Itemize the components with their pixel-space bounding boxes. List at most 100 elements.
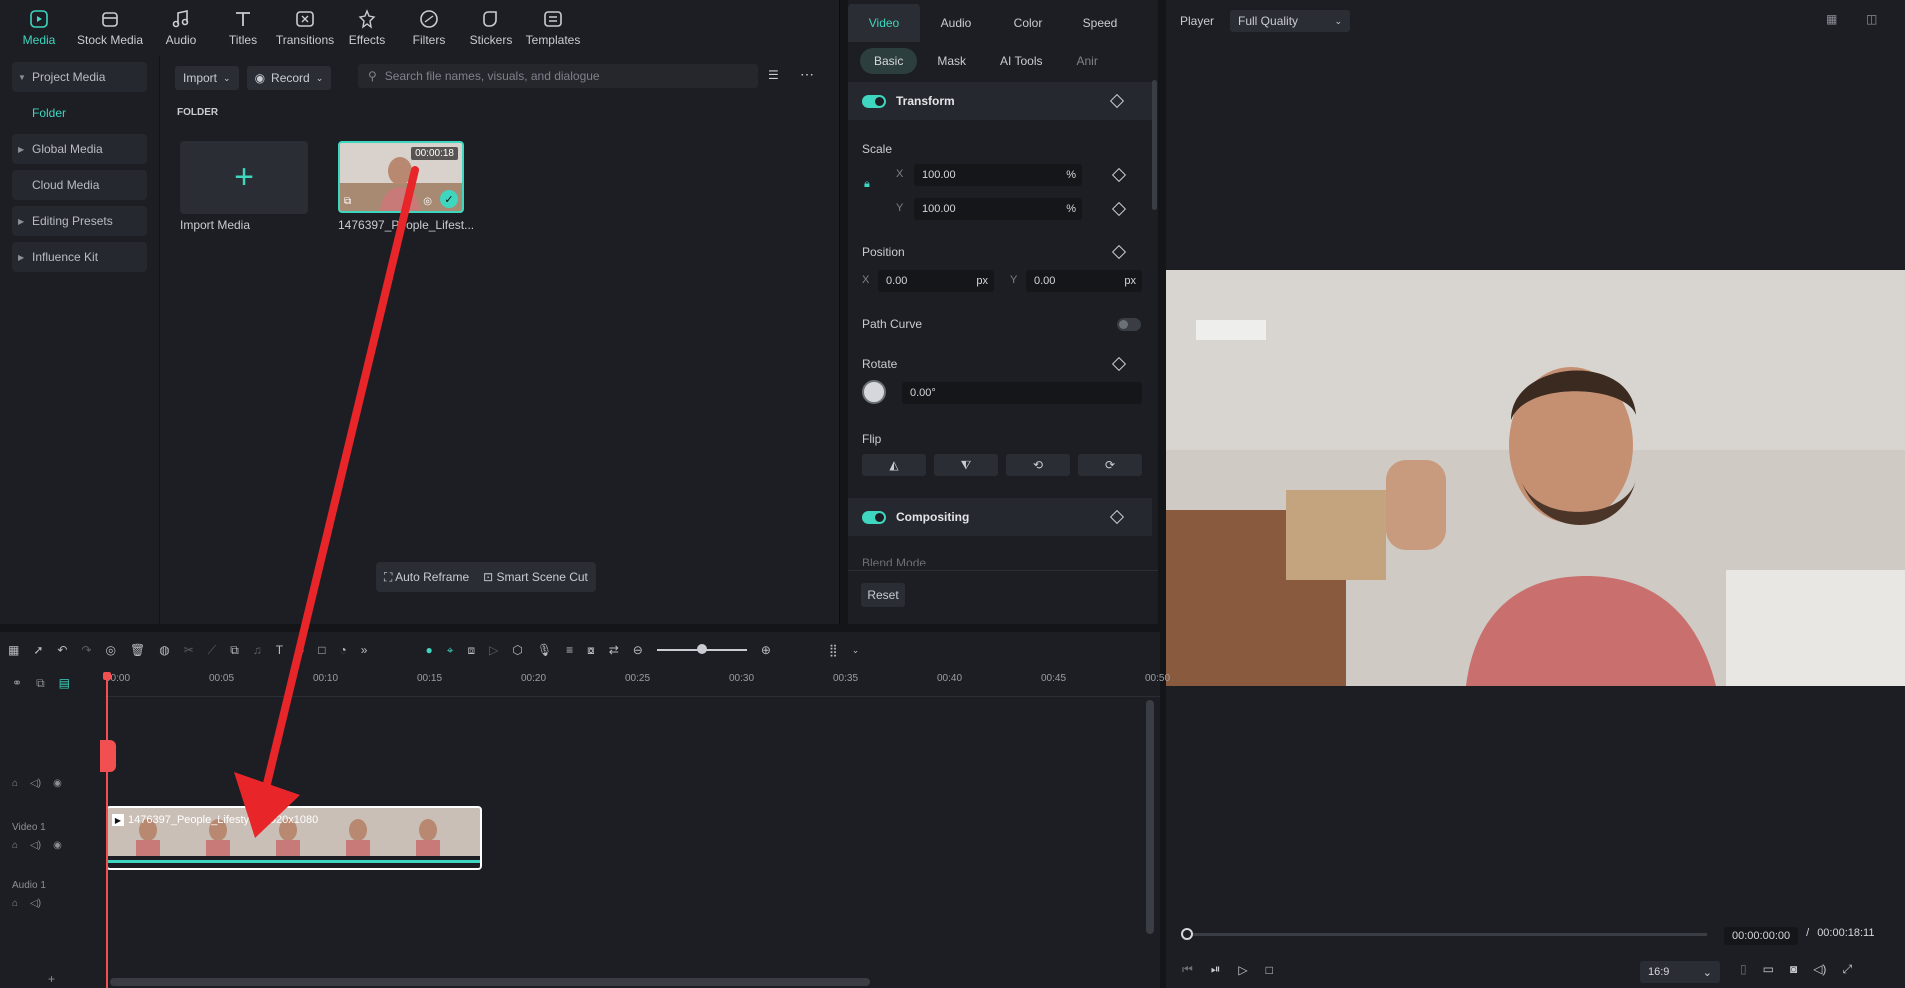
folder-lock-icon[interactable]: ⌂ [12,898,18,909]
scope-icon[interactable]: ◫ [1866,12,1877,26]
rotate-dial[interactable] [862,380,886,404]
flip-vertical-button[interactable]: ⧨ [934,454,998,476]
compositing-toggle[interactable] [862,510,886,524]
detach-icon[interactable]: ◍ [159,643,169,657]
search-input[interactable]: ⚲ Search file names, visuals, and dialog… [358,64,758,88]
flip-horizontal-button[interactable]: ◭ [862,454,926,476]
crop-icon[interactable]: ⧉ [230,643,239,658]
mic-icon[interactable]: 🎙︎ [537,643,552,657]
zoom-slider[interactable] [656,644,747,654]
tab-templates[interactable]: Templates [522,0,584,56]
subtab-basic[interactable]: Basic [860,48,918,74]
scrubber-handle[interactable] [1181,928,1193,940]
tab-stock-media[interactable]: Stock Media [70,0,150,56]
redo-icon[interactable]: ↷ [81,643,91,657]
tab-media[interactable]: Media [8,0,70,56]
marker-icon[interactable]: ⬡ [512,643,522,657]
chevron-down-icon[interactable]: ⌄ [852,645,860,656]
tab-audio[interactable]: Audio [150,0,212,56]
props-scrollbar[interactable] [1152,80,1157,210]
split-icon[interactable]: ⟋ [208,643,216,658]
playback-scrubber[interactable] [1181,928,1707,940]
more-tools-icon[interactable]: » [361,643,368,657]
ai-cutout-icon[interactable]: ◎ [106,643,116,657]
pip-icon[interactable]: ⧇ [587,643,595,658]
sidebar-item-project-media[interactable]: ▼ Project Media [12,62,147,92]
select-icon[interactable]: ➚ [33,643,43,657]
scale-x-field[interactable]: 100.00% [914,164,1082,186]
timeline-vertical-scrollbar[interactable] [1146,700,1154,934]
filter-icon[interactable]: ☰ [768,68,779,82]
link-icon[interactable]: ⚭ [12,676,22,691]
rotate-field[interactable]: 0.00° [902,382,1142,404]
play-icon[interactable]: ▷ [1238,963,1247,977]
sidebar-item-cloud-media[interactable]: Cloud Media [12,170,147,200]
smart-scene-cut-button[interactable]: ⊡ Smart Scene Cut [483,570,588,584]
rotate-left-button[interactable]: ⟲ [1006,454,1070,476]
playhead-handle[interactable] [103,672,111,680]
zoom-out-icon[interactable]: ⊖ [633,643,643,657]
import-media-tile[interactable]: + [180,141,308,214]
snapshot-icon[interactable]: ◙ [1790,962,1797,977]
folder-lock-icon[interactable]: ⌂ [12,840,18,851]
folder-lock-icon[interactable]: ⌂ [12,778,18,789]
undo-icon[interactable]: ↶ [57,643,67,657]
quality-dropdown[interactable]: Full Quality ⌄ [1230,10,1351,32]
volume-icon[interactable]: ◁) [1813,962,1826,977]
tab-speed[interactable]: Speed [1064,4,1136,42]
ai-toggle-icon[interactable]: ● [425,643,432,657]
cut-icon[interactable]: ✂ [184,643,194,657]
speed-icon[interactable]: ◔ [340,643,347,657]
grid-icon[interactable]: ▦ [8,643,19,657]
more-icon[interactable]: ⋯ [800,66,814,83]
timeline-ruler[interactable]: 00:00 00:05 00:10 00:15 00:20 00:25 00:30 00:35… [105,673,1170,697]
sidebar-item-global-media[interactable]: ▶ Global Media [12,134,147,164]
preview-render-icon[interactable]: ▷ [489,643,498,657]
tab-stickers[interactable]: Stickers [460,0,522,56]
mark-icon[interactable]: ▯ [1740,962,1747,977]
record-dropdown[interactable]: ◉ Record ⌄ [246,66,332,90]
delete-icon[interactable]: 🗑︎ [130,643,145,657]
prev-frame-icon[interactable]: ⏮ [1182,962,1193,977]
current-time[interactable]: 00:00:00:00 [1724,927,1799,945]
step-back-icon[interactable]: ⏯ [1211,962,1221,977]
lock-icon[interactable]: 🔒︎ [864,178,870,191]
scale-y-field[interactable]: 100.00% [914,198,1082,220]
subtab-animation[interactable]: Anir [1062,48,1111,74]
tab-color[interactable]: Color [992,4,1064,42]
aspect-ratio-dropdown[interactable]: 16:9 ⌄ [1640,961,1720,983]
tab-audio-props[interactable]: Audio [920,4,992,42]
transform-icon[interactable]: □ [318,643,325,657]
zoom-in-icon[interactable]: ⊕ [761,643,771,657]
speaker-icon[interactable]: ◁) [30,778,41,789]
snap-icon[interactable]: ⌖ [447,643,454,658]
track-layout-icon[interactable]: ⣿ [829,643,838,657]
add-track-button[interactable]: + [48,972,55,986]
auto-reframe-button[interactable]: ⛶ Auto Reframe [384,570,469,585]
import-dropdown[interactable]: Import ⌄ [175,66,239,90]
subtab-ai-tools[interactable]: AI Tools [986,48,1056,74]
playhead[interactable] [106,672,108,988]
tab-titles[interactable]: Titles [212,0,274,56]
compositing-section-header[interactable]: Compositing [848,498,1152,536]
stop-icon[interactable]: □ [1266,963,1273,977]
subtab-mask[interactable]: Mask [923,48,980,74]
eye-icon[interactable]: ◉ [53,840,62,851]
track-manager-icon[interactable]: ▤ [59,676,70,691]
position-y-field[interactable]: 0.00 px [1026,270,1142,292]
reset-button[interactable]: Reset [861,583,905,607]
zoom-slider-handle[interactable] [696,644,707,654]
add-track-icon[interactable]: ⧉ [36,676,45,691]
position-x-field[interactable]: 0.00 px [878,270,994,292]
keyframe-icon[interactable] [1109,93,1125,109]
tab-video[interactable]: Video [848,4,920,42]
keyframe-icon[interactable] [1109,509,1125,525]
path-curve-toggle[interactable] [1117,318,1141,331]
render-icon[interactable]: ⧈ [467,643,475,658]
transform-section-header[interactable]: Transform [848,82,1152,120]
eye-icon[interactable]: ◉ [53,778,62,789]
speaker-icon[interactable]: ◁) [30,898,41,909]
sidebar-item-influence-kit[interactable]: ▶ Influence Kit [12,242,147,272]
rotate-right-button[interactable]: ⟳ [1078,454,1142,476]
layout-icon[interactable]: ▦ [1826,12,1837,26]
